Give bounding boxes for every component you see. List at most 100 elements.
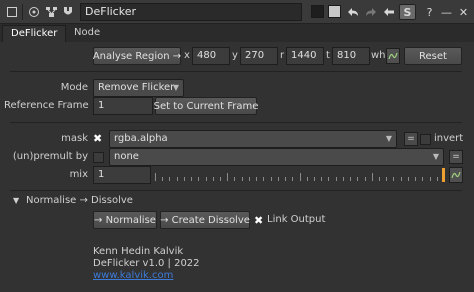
title-bar: DeFlicker S ? — ✕ [0, 0, 474, 24]
redo-icon[interactable] [362, 4, 379, 20]
slider-tick [271, 177, 272, 181]
reset-button[interactable]: Reset [404, 47, 462, 65]
tab-bar: DeFlicker Node [0, 24, 474, 42]
slider-tick [285, 177, 286, 181]
mask-enabled-check-icon[interactable]: ✖ [93, 133, 102, 145]
mix-field[interactable]: 1 [93, 166, 151, 184]
premult-eq-button[interactable]: = [449, 150, 463, 164]
t-field[interactable]: 810 [332, 47, 370, 65]
link-output-check-icon[interactable]: ✖ [254, 215, 263, 227]
minimize-button[interactable]: — [438, 4, 455, 20]
slider-tick [314, 177, 315, 181]
undo-icon[interactable] [344, 4, 361, 20]
slider-tick [278, 177, 279, 181]
normalise-section-label[interactable]: Normalise → Dissolve [26, 192, 133, 210]
chevron-down-icon: ▼ [432, 152, 439, 161]
slider-tick [343, 177, 344, 181]
divider [10, 71, 462, 72]
slider-tick [430, 177, 431, 181]
help-button[interactable]: ? [421, 4, 438, 20]
y-label: y [232, 50, 238, 61]
node-name-field[interactable]: DeFlicker [80, 3, 302, 21]
y-field[interactable]: 270 [240, 47, 278, 65]
reference-frame-field[interactable]: 1 [93, 97, 153, 115]
slider-tick [437, 177, 438, 181]
set-current-frame-button[interactable]: Set to Current Frame [154, 97, 258, 115]
mask-value: rgba.alpha [114, 133, 168, 144]
normalise-button[interactable]: → Normalise [93, 211, 157, 229]
slider-tick [372, 173, 373, 181]
slider-tick [256, 177, 257, 181]
create-dissolve-button[interactable]: → Create Dissolve [160, 211, 250, 229]
slider-tick [227, 173, 228, 181]
slider-tick [184, 177, 185, 181]
wh-label: wh [371, 50, 386, 61]
invert-label: invert [434, 133, 464, 144]
gl-color-swatch[interactable] [328, 5, 341, 18]
panel-toggle-icon[interactable] [4, 4, 20, 20]
slider-tick [191, 177, 192, 181]
r-label: r [280, 50, 285, 61]
mask-eq-button[interactable]: = [404, 132, 418, 146]
curve-icon[interactable] [449, 167, 463, 183]
divider [10, 122, 462, 123]
slider-tick [386, 177, 387, 181]
reference-frame-label: Reference Frame [4, 100, 89, 111]
x-field[interactable]: 480 [192, 47, 230, 65]
slider-tick [155, 173, 156, 181]
revert-icon[interactable] [380, 4, 397, 20]
mask-label: mask [61, 133, 88, 144]
slider-tick [300, 173, 301, 181]
slider-tick [321, 177, 322, 181]
slider-tick [401, 177, 402, 181]
slider-tick [169, 177, 170, 181]
premult-dropdown[interactable]: none ▼ [109, 148, 444, 166]
slider-tick [198, 177, 199, 181]
slider-tick [234, 177, 235, 181]
s-button[interactable]: S [399, 4, 416, 20]
gizmo-icon[interactable] [60, 4, 76, 20]
slider-tick [249, 177, 250, 181]
tab-deflicker[interactable]: DeFlicker [2, 25, 67, 42]
slider-tick [357, 177, 358, 181]
t-label: t [326, 50, 330, 61]
curve-icon[interactable] [386, 48, 400, 64]
mode-dropdown[interactable]: Remove Flicker ▼ [93, 79, 184, 97]
divider [10, 190, 462, 191]
mix-slider-handle[interactable] [442, 168, 445, 182]
slider-tick [415, 177, 416, 181]
close-button[interactable]: ✕ [455, 4, 472, 20]
node-graph-icon[interactable] [43, 4, 59, 20]
slider-tick [220, 177, 221, 181]
invert-checkbox[interactable] [420, 134, 431, 145]
slider-tick [177, 177, 178, 181]
premult-label: (un)premult by [12, 151, 88, 162]
slider-tick [307, 177, 308, 181]
analyse-region-button[interactable]: Analyse Region → [93, 47, 181, 65]
slider-tick [328, 177, 329, 181]
x-label: x [184, 50, 190, 61]
slider-tick [422, 177, 423, 181]
slider-tick [242, 177, 243, 181]
premult-value: none [114, 151, 139, 162]
slider-tick [365, 177, 366, 181]
node-color-swatch[interactable] [311, 5, 324, 18]
slider-tick [408, 177, 409, 181]
mix-slider[interactable] [155, 171, 445, 181]
r-field[interactable]: 1440 [286, 47, 324, 65]
author-text: Kenn Hedin Kalvik [93, 246, 184, 257]
premult-checkbox[interactable] [93, 152, 104, 163]
mask-dropdown[interactable]: rgba.alpha ▼ [109, 130, 397, 148]
website-link[interactable]: www.kalvik.com [93, 270, 173, 282]
mode-value: Remove Flicker [98, 82, 175, 93]
link-output-label: Link Output [267, 214, 326, 225]
slider-tick [162, 177, 163, 181]
collapse-arrow-icon[interactable]: ▼ [13, 196, 19, 205]
slider-tick [350, 177, 351, 181]
mix-label: mix [69, 169, 88, 180]
version-text: DeFlicker v1.0 | 2022 [93, 258, 200, 269]
slider-tick [379, 177, 380, 181]
center-node-icon[interactable] [26, 4, 42, 20]
chevron-down-icon: ▼ [172, 83, 179, 92]
tab-node[interactable]: Node [66, 25, 108, 42]
